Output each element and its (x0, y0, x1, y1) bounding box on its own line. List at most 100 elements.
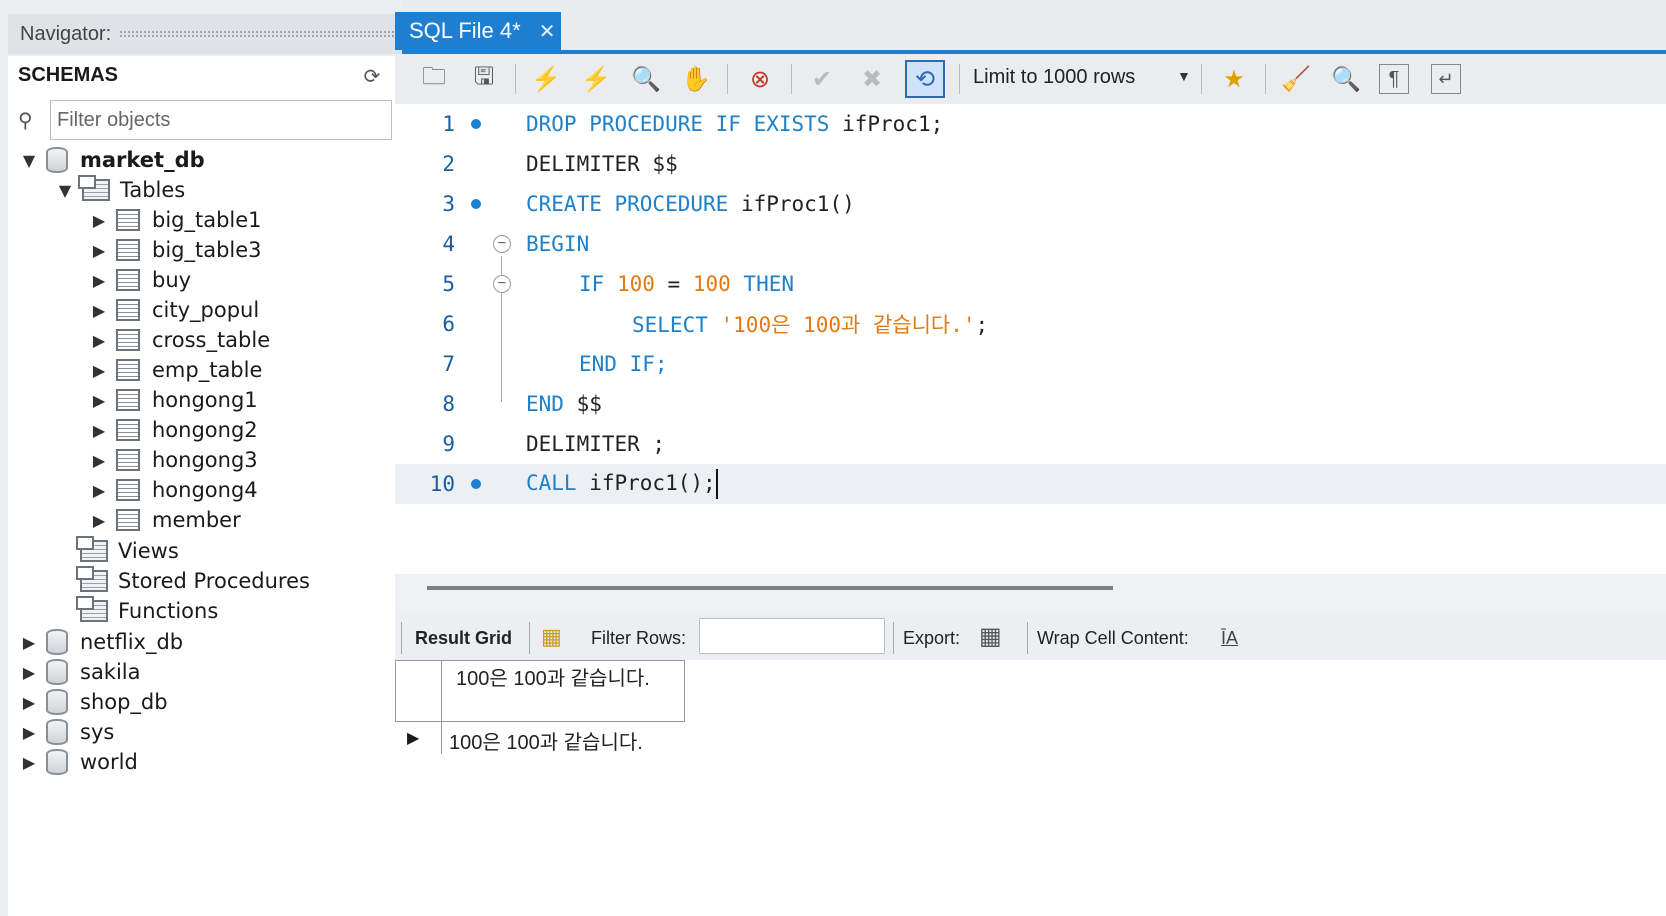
tree-item-stored-procedures[interactable]: Stored Procedures (72, 566, 310, 596)
open-file-icon[interactable]: 🗀 (417, 62, 451, 96)
toolbar-separator (401, 622, 402, 654)
code-line[interactable]: 6 SELECT '100은 100과 같습니다.'; (395, 304, 1666, 344)
collapsed-arrow-icon[interactable]: ▶ (90, 301, 108, 320)
stop-icon[interactable]: ✋ (679, 62, 713, 96)
tree-item-database[interactable]: ▶ world (20, 747, 138, 777)
tree-item-table[interactable]: ▶ buy (90, 265, 191, 295)
tree-item-table[interactable]: ▶ big_table1 (90, 205, 262, 235)
code-line[interactable]: 4 − BEGIN (395, 224, 1666, 264)
expanded-arrow-icon[interactable]: ▼ (20, 151, 38, 170)
cell-value[interactable]: 100은 100과 같습니다. (449, 726, 643, 755)
tree-item-tables[interactable]: ▼ Tables (56, 175, 185, 205)
collapsed-arrow-icon[interactable]: ▶ (90, 211, 108, 230)
tree-item-market-db[interactable]: ▼ market_db (20, 145, 205, 175)
explain-icon[interactable]: 🔍 (629, 62, 663, 96)
beautify-icon[interactable]: 🧹 (1279, 62, 1313, 96)
tree-item-table[interactable]: ▶ hongong2 (90, 415, 258, 445)
toolbar-separator (959, 64, 960, 94)
tree-item-database[interactable]: ▶ sakila (20, 657, 141, 687)
filter-objects-input[interactable] (50, 100, 392, 140)
collapsed-arrow-icon[interactable]: ▶ (20, 633, 38, 652)
scrollbar-thumb[interactable] (427, 586, 1113, 590)
tree-item-views[interactable]: Views (72, 536, 179, 566)
invisible-chars-icon[interactable]: ¶ (1379, 64, 1409, 94)
sql-toolbar: 🗀 🖫 ⚡ ⚡ 🔍 ✋ ⊗ ✔ ✖ ⟲ Limit to 1000 rows ▼… (395, 54, 1666, 104)
result-grid-tab[interactable]: Result Grid (415, 628, 512, 649)
tab-sql-file[interactable]: SQL File 4* ✕ (395, 12, 561, 50)
tree-item-table[interactable]: ▶ hongong1 (90, 385, 258, 415)
tree-item-table[interactable]: ▶ big_table3 (90, 235, 262, 265)
collapsed-arrow-icon[interactable]: ▶ (90, 421, 108, 440)
database-name: market_db (80, 148, 205, 172)
execute-icon[interactable]: ⚡ (529, 62, 563, 96)
sql-editor[interactable]: 1 DROP PROCEDURE IF EXISTS ifProc1; 2 DE… (395, 104, 1666, 574)
operator: = (654, 272, 693, 296)
database-name: world (80, 750, 138, 774)
bookmark-icon[interactable]: ★ (1217, 62, 1251, 96)
collapsed-arrow-icon[interactable]: ▶ (90, 331, 108, 350)
collapsed-arrow-icon[interactable]: ▶ (90, 511, 108, 530)
collapsed-arrow-icon[interactable]: ▶ (90, 481, 108, 500)
code-line[interactable]: 8 END $$ (395, 384, 1666, 424)
collapsed-arrow-icon[interactable]: ▶ (90, 451, 108, 470)
find-icon[interactable]: 🔍 (1329, 62, 1363, 96)
expanded-arrow-icon[interactable]: ▼ (56, 181, 74, 200)
collapsed-arrow-icon[interactable]: ▶ (90, 271, 108, 290)
code-line[interactable]: 5 − IF 100 = 100 THEN (395, 264, 1666, 304)
tree-item-table[interactable]: ▶ member (90, 505, 241, 535)
limit-rows-select[interactable]: Limit to 1000 rows (973, 66, 1135, 89)
rollback-icon[interactable]: ✖ (855, 62, 889, 96)
collapsed-arrow-icon[interactable]: ▶ (20, 723, 38, 742)
table-icon (116, 239, 140, 261)
folder-label: Tables (120, 178, 186, 202)
commit-icon[interactable]: ✔ (805, 62, 839, 96)
code-line[interactable]: 1 DROP PROCEDURE IF EXISTS ifProc1; (395, 104, 1666, 144)
close-icon[interactable]: ✕ (539, 19, 556, 44)
table-icon (116, 449, 140, 471)
save-icon[interactable]: 🖫 (467, 62, 501, 96)
horizontal-scrollbar[interactable] (395, 574, 1666, 614)
execute-current-icon[interactable]: ⚡ (579, 62, 613, 96)
tree-item-table[interactable]: ▶ hongong3 (90, 445, 258, 475)
collapsed-arrow-icon[interactable]: ▶ (20, 753, 38, 772)
tree-item-table[interactable]: ▶ emp_table (90, 355, 263, 385)
fold-collapse-icon[interactable]: − (493, 275, 511, 293)
tree-item-table[interactable]: ▶ city_popul (90, 295, 259, 325)
tree-item-database[interactable]: ▶ shop_db (20, 687, 168, 717)
database-name: sys (80, 720, 115, 744)
toggle-errors-icon[interactable]: ⊗ (743, 62, 777, 96)
filter-rows-label: Filter Rows: (591, 628, 687, 648)
collapsed-arrow-icon[interactable]: ▶ (90, 391, 108, 410)
collapsed-arrow-icon[interactable]: ▶ (20, 693, 38, 712)
filter-rows-input[interactable] (699, 618, 885, 654)
toolbar-separator (1201, 64, 1202, 94)
tree-item-table[interactable]: ▶ cross_table (90, 325, 270, 355)
code-line[interactable]: 9 DELIMITER ; (395, 424, 1666, 464)
refresh-icon[interactable]: ⟳ (358, 64, 386, 90)
collapsed-arrow-icon[interactable]: ▶ (90, 241, 108, 260)
code-line[interactable]: 3 CREATE PROCEDURE ifProc1() (395, 184, 1666, 224)
export-icon[interactable]: ▦ (979, 622, 1002, 651)
chevron-down-icon[interactable]: ▼ (1177, 68, 1191, 84)
code-line[interactable]: 7 END IF; (395, 344, 1666, 384)
table-row[interactable]: ▶ 100은 100과 같습니다. (395, 722, 685, 754)
wrap-cell-icon[interactable]: ĪA (1221, 628, 1238, 649)
code-line-current[interactable]: 10 CALL ifProc1(); (395, 464, 1666, 504)
statement-marker-icon (471, 119, 481, 129)
tree-item-database[interactable]: ▶ netflix_db (20, 627, 183, 657)
column-header[interactable]: 100은 100과 같습니다. (456, 667, 656, 692)
number-literal: 100 (616, 272, 655, 296)
grid-layout-icon[interactable]: ▦ (541, 624, 562, 650)
keyword: THEN (743, 272, 794, 296)
code-line[interactable]: 2 DELIMITER $$ (395, 144, 1666, 184)
tree-item-database[interactable]: ▶ sys (20, 717, 114, 747)
autocommit-icon[interactable]: ⟲ (905, 60, 945, 98)
wrap-icon[interactable]: ↵ (1431, 64, 1461, 94)
collapsed-arrow-icon[interactable]: ▶ (90, 361, 108, 380)
tree-item-table[interactable]: ▶ hongong4 (90, 475, 258, 505)
line-number: 8 (442, 392, 455, 416)
collapsed-arrow-icon[interactable]: ▶ (20, 663, 38, 682)
tree-item-functions[interactable]: Functions (72, 596, 218, 626)
toolbar-separator (529, 622, 530, 654)
fold-collapse-icon[interactable]: − (493, 235, 511, 253)
